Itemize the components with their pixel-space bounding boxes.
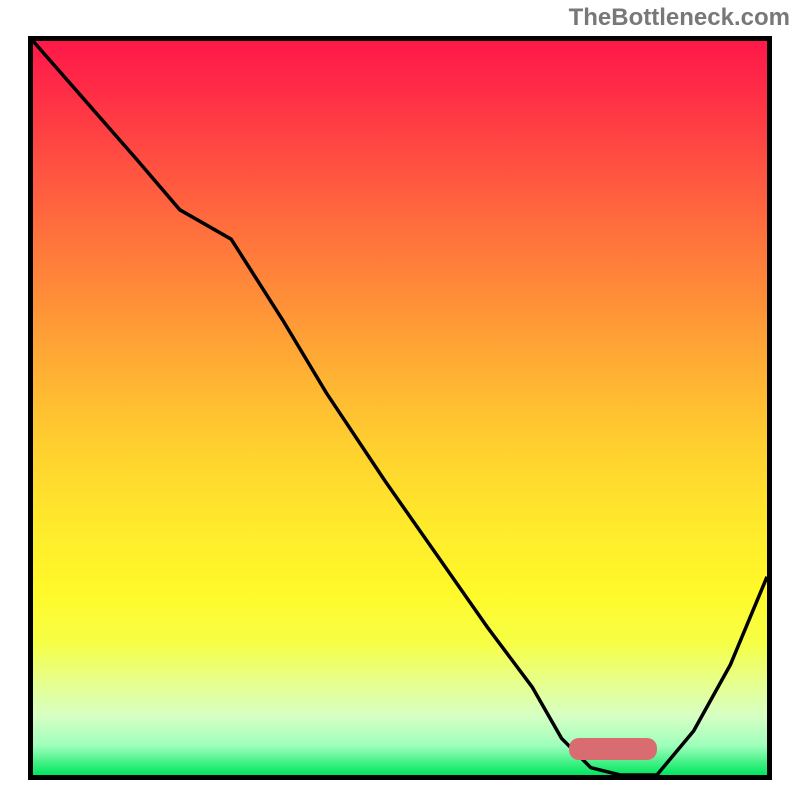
optimal-range-marker: [569, 738, 657, 760]
watermark-text: TheBottleneck.com: [569, 4, 790, 32]
line-overlay: [33, 41, 767, 775]
bottleneck-curve: [33, 41, 767, 775]
plot-frame: [28, 36, 772, 780]
chart-container: TheBottleneck.com: [0, 0, 800, 800]
